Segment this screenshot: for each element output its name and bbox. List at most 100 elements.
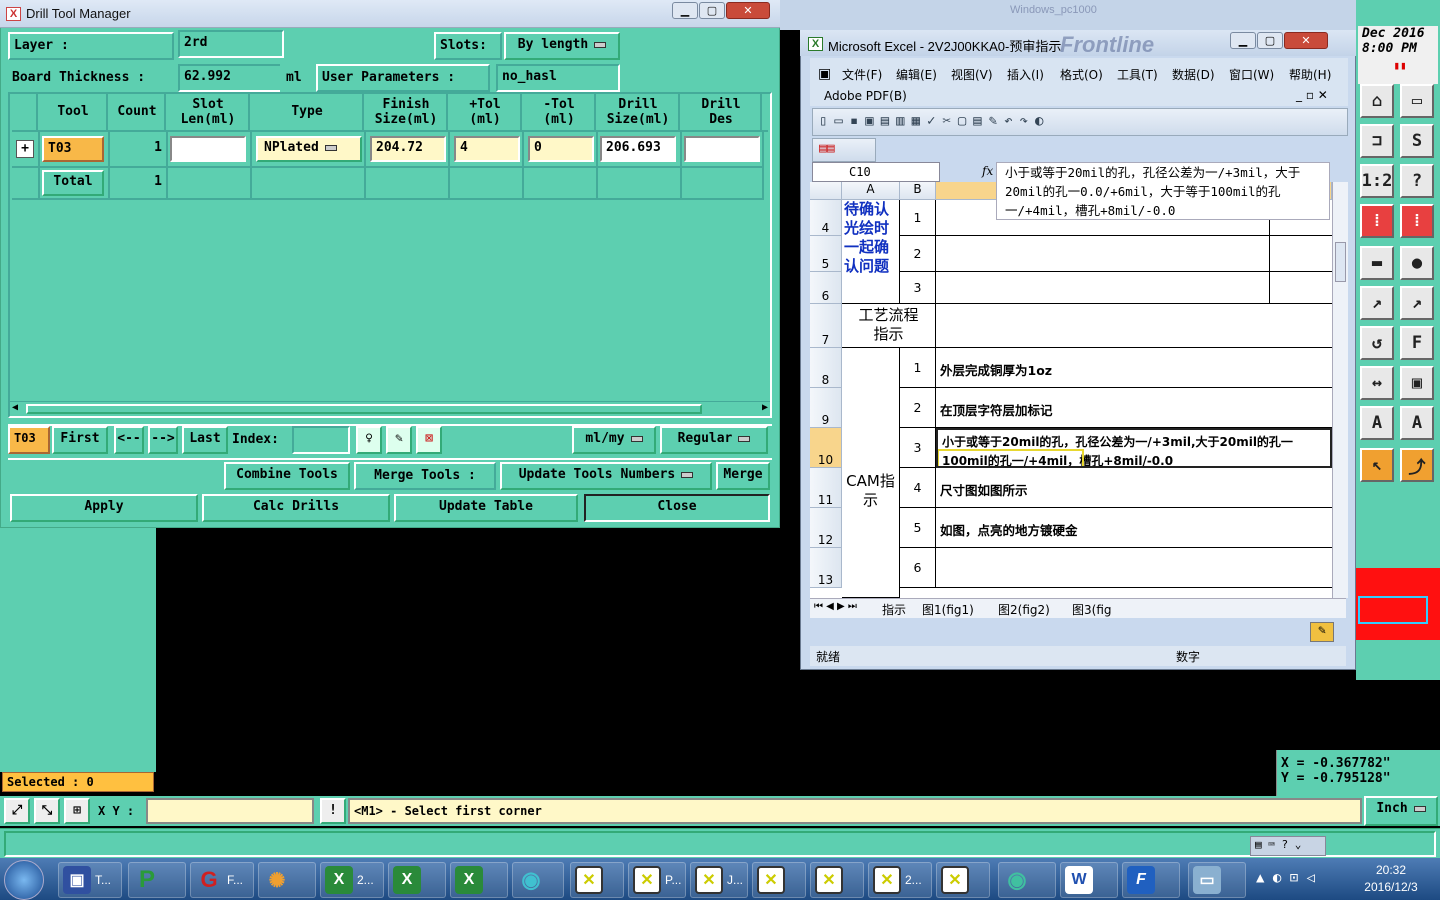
grid-icon[interactable]: ⊞	[64, 798, 90, 824]
taskbar-item-x6[interactable]: ✕ 2...	[868, 862, 932, 898]
prev-button[interactable]: <--	[114, 426, 144, 454]
taskbar-item-p2[interactable]: ✕ P...	[628, 862, 686, 898]
taskbar-item-t[interactable]: ▣ T...	[58, 862, 122, 898]
unit-dropdown[interactable]: ml/my	[572, 426, 656, 454]
update-table-button[interactable]: Update Table	[394, 494, 578, 522]
close-button[interactable]: Close	[584, 494, 770, 522]
process-value-cell[interactable]	[936, 304, 1332, 348]
cam-num-5[interactable]: 5	[900, 508, 936, 548]
excel-vscrollbar[interactable]	[1332, 182, 1348, 598]
taskbar-item-x7[interactable]: ✕	[936, 862, 990, 898]
slot-len-field[interactable]	[170, 136, 246, 162]
tab-fig1[interactable]: 图1(fig1)	[922, 601, 974, 618]
taskbar-item-word[interactable]: W	[1060, 862, 1118, 898]
text-a-icon[interactable]: A	[1360, 406, 1394, 440]
cam-item-4[interactable]: 尺寸图如图所示	[936, 468, 1332, 508]
select-cursor-icon[interactable]: ↖	[1360, 448, 1394, 482]
text-a2-icon[interactable]: A	[1400, 406, 1434, 440]
merge-button[interactable]: Merge	[716, 462, 770, 490]
vscroll-thumb[interactable]	[1335, 242, 1346, 282]
num-cell-5[interactable]: 2	[900, 236, 936, 272]
warning-icon[interactable]: !	[320, 798, 346, 824]
start-button[interactable]	[4, 860, 44, 900]
taskbar-item-excel-2[interactable]: X 2...	[320, 862, 384, 898]
first-button[interactable]: First	[52, 426, 108, 454]
help-icon[interactable]: ?	[1400, 164, 1434, 198]
menu-adobe-pdf[interactable]: Adobe PDF(B)	[824, 89, 907, 103]
row-header-11[interactable]: 11	[810, 468, 842, 508]
scroll-thumb[interactable]	[26, 404, 702, 414]
scroll-right-icon[interactable]: ▶	[762, 402, 768, 413]
formula-bar[interactable]: 小于或等于20mil的孔，孔径公差为一/+3mil，大于20mil的孔一0.0/…	[996, 162, 1330, 220]
row-header-9[interactable]: 9	[810, 388, 842, 428]
slots-dropdown[interactable]: By length	[504, 32, 620, 60]
taskbar-item-excel-c[interactable]: X	[450, 862, 508, 898]
cam-num-4[interactable]: 4	[900, 468, 936, 508]
row-header-6[interactable]: 6	[810, 272, 842, 304]
taskbar-item-f[interactable]: G F...	[190, 862, 254, 898]
shapes-icon[interactable]: ▣	[1400, 366, 1434, 400]
menu-format[interactable]: 格式(O)	[1060, 66, 1103, 83]
xy-input[interactable]	[146, 798, 314, 824]
pad-icon[interactable]: ●	[1400, 246, 1434, 280]
taskbar-item-f2[interactable]: F	[1122, 862, 1180, 898]
last-button[interactable]: Last	[182, 426, 228, 454]
cam-num-2[interactable]: 2	[900, 388, 936, 428]
maximize-button[interactable]: ▢	[699, 2, 725, 19]
edit-icon[interactable]: ✎	[386, 426, 412, 454]
home-icon[interactable]: ⌂	[1360, 84, 1394, 118]
doc-controls-icon[interactable]: _ ▫ ✕	[1296, 88, 1328, 102]
col-a-header[interactable]: A	[842, 182, 900, 200]
col-b-header[interactable]: B	[900, 182, 936, 200]
type-dropdown[interactable]: NPlated	[256, 136, 362, 162]
cam-num-6[interactable]: 6	[900, 548, 936, 588]
unit-inch-dropdown[interactable]: Inch	[1364, 796, 1438, 826]
route-icon[interactable]: ⤴	[1400, 448, 1434, 482]
expand-icon[interactable]: +	[16, 140, 34, 158]
cam-num-3[interactable]: 3	[900, 428, 936, 468]
taskbar-item-x4[interactable]: ✕	[752, 862, 806, 898]
layer-field[interactable]: 2rd	[178, 30, 284, 58]
menu-tools[interactable]: 工具(T)	[1117, 66, 1158, 83]
close-window-button[interactable]: ✕	[726, 2, 770, 19]
confirm-label-cell[interactable]: 待确认光绘时一起确认问题	[842, 200, 900, 304]
process-label-cell[interactable]: 工艺流程指示	[842, 304, 936, 348]
tray-icons[interactable]: ▲ ◐ ⊡ ◁	[1256, 870, 1315, 886]
taskbar-item-j[interactable]: ✕ J...	[690, 862, 748, 898]
measure-icon[interactable]: ↔	[1360, 366, 1394, 400]
arc-icon[interactable]: ↺	[1360, 326, 1394, 360]
cam-item-5[interactable]: 如图，点亮的地方镀硬金	[936, 508, 1332, 548]
ruler-icon[interactable]: ▬	[1360, 246, 1394, 280]
taskbar-item-x1[interactable]: ✕	[570, 862, 624, 898]
menu-window[interactable]: 窗口(W)	[1229, 66, 1274, 83]
taskbar-item-eye[interactable]: ◉	[512, 862, 564, 898]
cam-item-3[interactable]: 小于或等于20mil的孔，孔径公差为一/+3mil,大于20mil的孔一 100…	[936, 428, 1332, 468]
tool-value[interactable]: T03	[42, 136, 104, 162]
plus-tol-field[interactable]: 4	[454, 136, 520, 162]
zoom-icon[interactable]: ⤡	[34, 798, 60, 824]
menu-edit[interactable]: 编辑(E)	[896, 66, 937, 83]
line-tool-icon[interactable]: ↗	[1360, 286, 1394, 320]
excel-close-button[interactable]: ✕	[1284, 32, 1328, 49]
next-button[interactable]: -->	[148, 426, 178, 454]
scroll-left-icon[interactable]: ◀	[12, 402, 18, 413]
table-hscrollbar[interactable]: ◀ ▶	[10, 401, 770, 415]
apply-button[interactable]: Apply	[10, 494, 198, 522]
line-tool-blue-icon[interactable]: ↗	[1400, 286, 1434, 320]
num-cell-6[interactable]: 3	[900, 272, 936, 304]
cam-item-6[interactable]	[936, 548, 1332, 588]
minus-tol-field[interactable]: 0	[528, 136, 594, 162]
cam-label-cell[interactable]: CAM指示	[842, 348, 900, 598]
menu-insert[interactable]: 插入(I)	[1007, 66, 1044, 83]
taskbar-item-excel-b[interactable]: X	[388, 862, 446, 898]
snake-icon[interactable]: S	[1400, 124, 1434, 158]
window-icon[interactable]: ▭	[1400, 84, 1434, 118]
row-header-13[interactable]: 13	[810, 548, 842, 588]
feature-icon[interactable]: F	[1400, 326, 1434, 360]
calc-drills-button[interactable]: Calc Drills	[202, 494, 390, 522]
taskbar-item-shell[interactable]: ✺	[258, 862, 316, 898]
index-field[interactable]	[292, 426, 350, 454]
drill-des-field[interactable]	[684, 136, 760, 162]
user-params-field[interactable]: no_hasl	[496, 64, 620, 92]
tab-instructions[interactable]: 指示	[882, 601, 906, 618]
